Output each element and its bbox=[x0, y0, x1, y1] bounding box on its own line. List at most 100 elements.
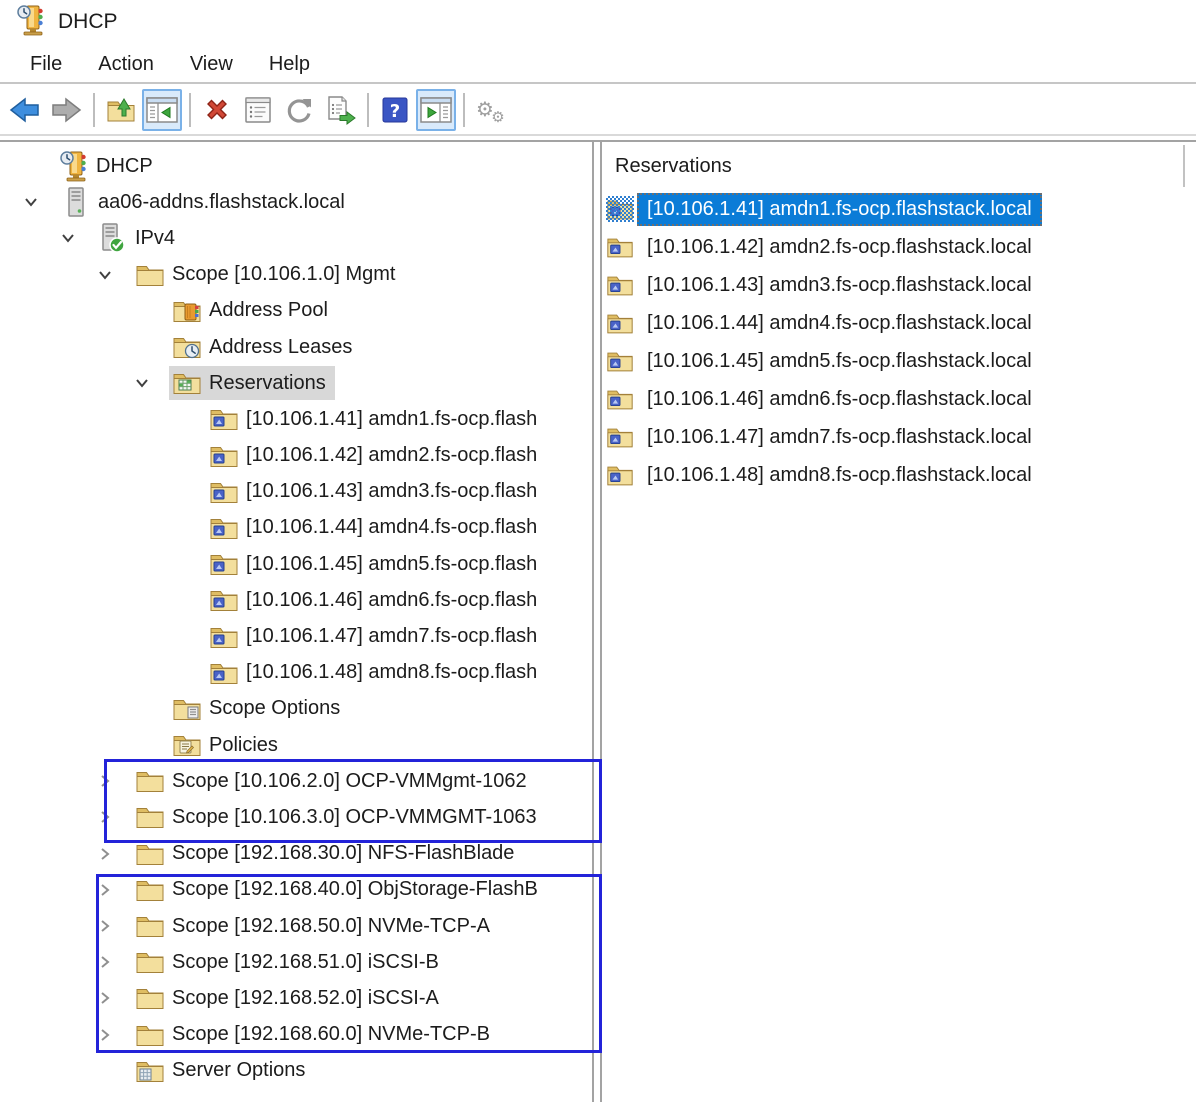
tree-item[interactable]: aa06-addns.flashstack.local bbox=[0, 184, 592, 220]
reservation-list-item[interactable]: [10.106.1.43] amdn3.fs-ocp.flashstack.lo… bbox=[602, 266, 1196, 304]
tree-item[interactable]: Scope [10.106.3.0] OCP-VMMGMT-1063 bbox=[0, 799, 592, 835]
toolbar-separator bbox=[189, 93, 191, 127]
tree-item-label: Scope [192.168.30.0] NFS-FlashBlade bbox=[172, 842, 515, 865]
tree-item[interactable]: [10.106.1.46] amdn6.fs-ocp.flash bbox=[0, 582, 592, 618]
chevron-down-icon[interactable] bbox=[129, 375, 169, 391]
reservation-label: [10.106.1.45] amdn5.fs-ocp.flashstack.lo… bbox=[647, 349, 1032, 372]
chevron-down-icon[interactable] bbox=[18, 194, 58, 210]
reservation-label: [10.106.1.42] amdn2.fs-ocp.flashstack.lo… bbox=[647, 235, 1032, 258]
reservation-list-item[interactable]: [10.106.1.48] amdn8.fs-ocp.flashstack.lo… bbox=[602, 456, 1196, 494]
reservations-column-header[interactable]: Reservations bbox=[602, 142, 1196, 190]
reservation-list-item[interactable]: [10.106.1.44] amdn4.fs-ocp.flashstack.lo… bbox=[602, 304, 1196, 342]
menu-action[interactable]: Action bbox=[98, 53, 154, 76]
tree-item[interactable]: Scope [192.168.40.0] ObjStorage-FlashB bbox=[0, 872, 592, 908]
reservation-list-item[interactable]: [10.106.1.45] amdn5.fs-ocp.flashstack.lo… bbox=[602, 342, 1196, 380]
tree-item[interactable]: Scope [192.168.50.0] NVMe-TCP-A bbox=[0, 908, 592, 944]
reservation-list-item[interactable]: [10.106.1.47] amdn7.fs-ocp.flashstack.lo… bbox=[602, 418, 1196, 456]
chevron-right-icon[interactable] bbox=[92, 1027, 132, 1043]
tree-item[interactable]: DHCP bbox=[0, 148, 592, 184]
tree-item[interactable]: Address Pool bbox=[0, 293, 592, 329]
tree-item[interactable]: [10.106.1.45] amdn5.fs-ocp.flash bbox=[0, 546, 592, 582]
tree-item[interactable]: Server Options bbox=[0, 1053, 592, 1089]
chevron-right-icon[interactable] bbox=[92, 954, 132, 970]
dhcp-app-icon bbox=[16, 4, 46, 41]
server-options-icon bbox=[134, 1058, 166, 1084]
chevron-right-icon[interactable] bbox=[92, 990, 132, 1006]
toggle-console-tree-button[interactable] bbox=[142, 89, 182, 131]
help-icon: ? bbox=[380, 95, 410, 125]
reservations-folder-icon bbox=[171, 370, 203, 396]
chevron-right-icon[interactable] bbox=[92, 809, 132, 825]
dhcp-root-icon bbox=[58, 150, 90, 182]
delete-button[interactable] bbox=[197, 89, 237, 131]
tree-item-core: [10.106.1.44] amdn4.fs-ocp.flash bbox=[206, 511, 546, 545]
tree-item[interactable]: IPv4 bbox=[0, 220, 592, 256]
toolbar-separator bbox=[463, 93, 465, 127]
tree-item-label: IPv4 bbox=[135, 226, 176, 249]
chevron-right-icon[interactable] bbox=[92, 918, 132, 934]
configure-button[interactable]: ⚙ ⚙ bbox=[471, 89, 511, 131]
tree-item-label: [10.106.1.47] amdn7.fs-ocp.flash bbox=[246, 625, 538, 648]
tree-item[interactable]: Scope Options bbox=[0, 691, 592, 727]
chevron-right-icon[interactable] bbox=[92, 882, 132, 898]
tree-item-label: Reservations bbox=[209, 371, 326, 394]
tree-item-core: [10.106.1.43] amdn3.fs-ocp.flash bbox=[206, 475, 546, 509]
policies-icon bbox=[171, 732, 203, 758]
menu-help[interactable]: Help bbox=[269, 53, 310, 76]
tree-item[interactable]: Address Leases bbox=[0, 329, 592, 365]
tree-item[interactable]: Scope [10.106.2.0] OCP-VMMgmt-1062 bbox=[0, 763, 592, 799]
tree-item[interactable]: Scope [192.168.60.0] NVMe-TCP-B bbox=[0, 1017, 592, 1053]
tree-item[interactable]: [10.106.1.44] amdn4.fs-ocp.flash bbox=[0, 510, 592, 546]
up-one-level-button[interactable] bbox=[101, 89, 141, 131]
tree-item-core: [10.106.1.46] amdn6.fs-ocp.flash bbox=[206, 583, 546, 617]
tree-item[interactable]: Scope [192.168.30.0] NFS-FlashBlade bbox=[0, 836, 592, 872]
tree-item[interactable]: [10.106.1.42] amdn2.fs-ocp.flash bbox=[0, 438, 592, 474]
properties-button[interactable] bbox=[238, 89, 278, 131]
menu-view[interactable]: View bbox=[190, 53, 233, 76]
properties-icon bbox=[242, 95, 274, 125]
chevron-down-icon[interactable] bbox=[55, 230, 95, 246]
help-button[interactable]: ? bbox=[375, 89, 415, 131]
chevron-right-icon[interactable] bbox=[92, 846, 132, 862]
folder-icon bbox=[134, 804, 166, 830]
tree-item[interactable]: [10.106.1.48] amdn8.fs-ocp.flash bbox=[0, 655, 592, 691]
console-tree-icon bbox=[145, 95, 179, 125]
reservation-list-item[interactable]: [10.106.1.41] amdn1.fs-ocp.flashstack.lo… bbox=[602, 190, 1196, 228]
forward-button[interactable] bbox=[46, 89, 86, 131]
reservation-icon bbox=[606, 196, 634, 222]
tree-item-label: Policies bbox=[209, 733, 278, 756]
tree-item-label: Scope [192.168.52.0] iSCSI-A bbox=[172, 986, 439, 1009]
column-divider[interactable] bbox=[1183, 145, 1185, 187]
reservation-icon bbox=[606, 462, 634, 488]
reservation-list-item[interactable]: [10.106.1.46] amdn6.fs-ocp.flashstack.lo… bbox=[602, 380, 1196, 418]
tree-item-core: Scope [192.168.50.0] NVMe-TCP-A bbox=[132, 909, 499, 943]
tree-item[interactable]: Policies bbox=[0, 727, 592, 763]
reservation-list-item[interactable]: [10.106.1.42] amdn2.fs-ocp.flashstack.lo… bbox=[602, 228, 1196, 266]
chevron-right-icon[interactable] bbox=[92, 773, 132, 789]
chevron-down-icon[interactable] bbox=[92, 267, 132, 283]
tree-item[interactable]: [10.106.1.41] amdn1.fs-ocp.flash bbox=[0, 401, 592, 437]
tree-item-core: [10.106.1.48] amdn8.fs-ocp.flash bbox=[206, 656, 546, 690]
tree-item[interactable]: Scope [192.168.52.0] iSCSI-A bbox=[0, 980, 592, 1016]
toggle-action-pane-button[interactable] bbox=[416, 89, 456, 131]
tree-item[interactable]: [10.106.1.47] amdn7.fs-ocp.flash bbox=[0, 618, 592, 654]
export-list-button[interactable] bbox=[320, 89, 360, 131]
refresh-button[interactable] bbox=[279, 89, 319, 131]
tree-item-core: Scope [10.106.1.0] Mgmt bbox=[132, 258, 404, 292]
tree-item[interactable]: Reservations bbox=[0, 365, 592, 401]
menu-file[interactable]: File bbox=[30, 53, 62, 76]
tree-item[interactable]: [10.106.1.43] amdn3.fs-ocp.flash bbox=[0, 474, 592, 510]
tree-item[interactable]: Scope [10.106.1.0] Mgmt bbox=[0, 257, 592, 293]
refresh-icon bbox=[283, 94, 315, 126]
reservation-label: [10.106.1.43] amdn3.fs-ocp.flashstack.lo… bbox=[647, 273, 1032, 296]
reservation-label: [10.106.1.46] amdn6.fs-ocp.flashstack.lo… bbox=[647, 387, 1032, 410]
tree-item[interactable]: Scope [192.168.51.0] iSCSI-B bbox=[0, 944, 592, 980]
back-button[interactable] bbox=[5, 89, 45, 131]
